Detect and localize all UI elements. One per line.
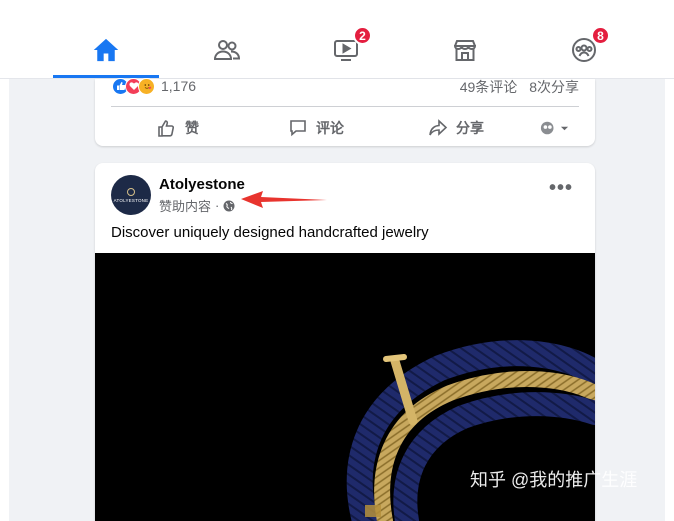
share-button-label: 分享 (456, 120, 484, 136)
top-navigation-bar: 2 8 (0, 0, 674, 79)
home-icon (93, 38, 119, 62)
avatar-brand-text: ATOLYESTONE (113, 197, 149, 203)
care-reaction-icon (138, 77, 155, 95)
meta-separator: · (215, 198, 220, 213)
actions-divider (111, 106, 579, 107)
share-count-link[interactable]: 8次分享 (529, 79, 579, 95)
post-author-name[interactable]: Atolyestone (159, 176, 245, 193)
brand-logo-icon (127, 187, 135, 196)
zhihu-watermark: 知乎 @我的推广生涯 (470, 470, 638, 490)
comment-button-label: 评论 (316, 120, 344, 136)
previous-post-card: 1,176 49条评论 8次分享 赞 评论 分享 (95, 77, 595, 146)
audience-avatar-icon (540, 121, 554, 135)
reaction-count: 1,176 (161, 78, 197, 94)
share-button[interactable]: 分享 (428, 117, 484, 139)
engagement-stats: 49条评论 8次分享 (452, 77, 579, 97)
watch-notification-badge: 2 (353, 26, 372, 45)
reaction-summary[interactable]: 1,176 (112, 77, 197, 95)
post-caption: Discover uniquely designed handcrafted j… (111, 224, 429, 241)
post-meta: 赞助内容 · (159, 196, 235, 215)
annotation-arrow-icon (241, 191, 327, 208)
nav-groups-tab[interactable]: 8 (564, 26, 610, 70)
sponsored-label[interactable]: 赞助内容 (159, 196, 211, 215)
nav-watch-tab[interactable]: 2 (326, 26, 372, 70)
like-button-label: 赞 (185, 120, 199, 136)
comment-button[interactable]: 评论 (288, 117, 344, 139)
nav-home-tab[interactable] (86, 30, 126, 70)
friends-icon (213, 40, 241, 60)
marketplace-store-icon (453, 40, 477, 61)
post-options-button[interactable]: ••• (549, 178, 573, 198)
share-arrow-icon (429, 119, 448, 136)
chevron-down-icon (560, 126, 569, 130)
groups-notification-badge: 8 (591, 26, 610, 45)
page-avatar[interactable]: ATOLYESTONE (111, 175, 151, 215)
nav-marketplace-tab[interactable] (445, 30, 485, 70)
globe-public-icon (223, 200, 235, 211)
nav-friends-tab[interactable] (207, 30, 247, 70)
reaction-selector-button[interactable] (540, 117, 569, 139)
comment-count-link[interactable]: 49条评论 (460, 79, 518, 95)
thumbs-up-icon (158, 120, 175, 137)
comment-bubble-icon (290, 120, 306, 137)
like-button[interactable]: 赞 (157, 117, 199, 139)
